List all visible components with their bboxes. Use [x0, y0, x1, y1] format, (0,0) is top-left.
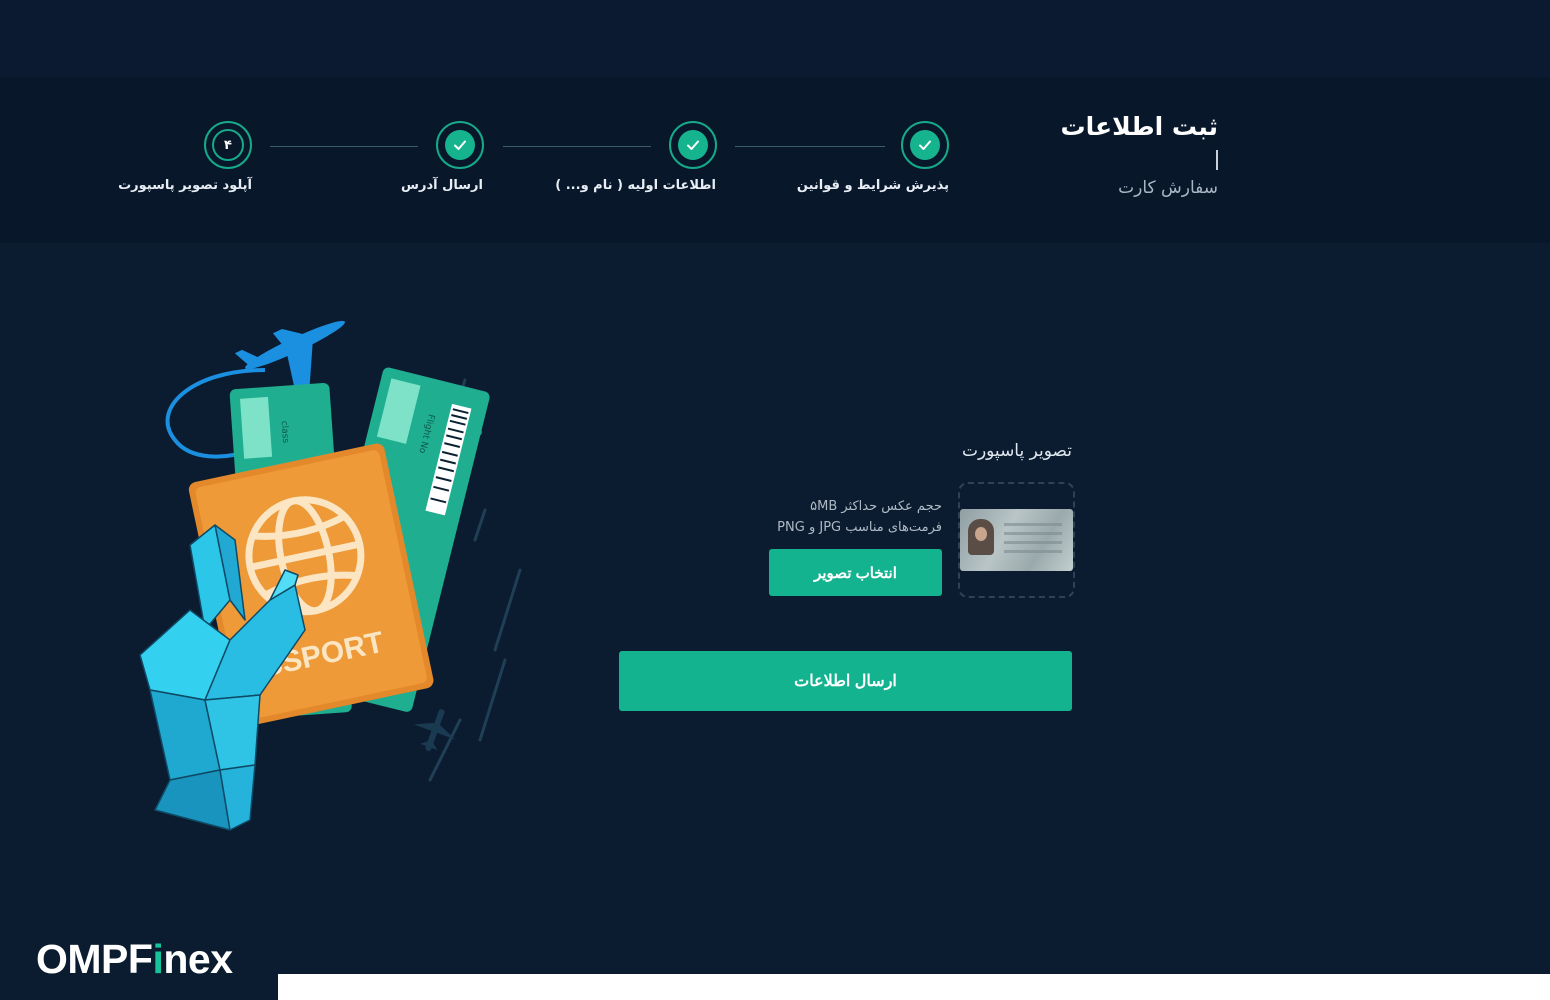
step-label-basic-info: اطلاعات اولیه ( نام و... ) [555, 178, 716, 193]
upload-size-hint: حجم عکس حداکثر ۵MB [810, 499, 942, 514]
passport-preview-image [960, 509, 1073, 571]
logo-part: OMPF [36, 936, 153, 982]
passport-illustration: class Flight No SSPORT [139, 320, 522, 831]
check-icon [910, 130, 940, 160]
passport-preview-frame[interactable] [958, 482, 1075, 598]
upload-title: تصویر پاسپورت [961, 441, 1072, 461]
brand-logo: OMPFinex [36, 936, 233, 983]
bottom-strip [278, 974, 1550, 1000]
photo-text-lines [1004, 523, 1062, 553]
step-label-terms: پذیرش شرایط و قوانین [796, 178, 949, 193]
step-label-address: ارسال آدرس [401, 178, 483, 193]
upload-format-hint: فرمت‌های مناسب JPG و PNG [777, 520, 942, 535]
step-terms [901, 121, 949, 169]
step-label-passport-upload: آپلود تصویر پاسپورت [118, 178, 252, 193]
step-connector [503, 146, 651, 147]
submit-button[interactable]: ارسال اطلاعات [619, 651, 1072, 711]
top-bar [0, 0, 1550, 77]
page-subtitle: سفارش کارت [1118, 178, 1218, 198]
check-icon [678, 130, 708, 160]
logo-part: nex [163, 936, 233, 982]
check-icon [445, 130, 475, 160]
photo-portrait [968, 519, 994, 555]
ticket-text: class [279, 421, 291, 444]
page-title: ثبت اطلاعات [1060, 112, 1218, 141]
step-connector [270, 146, 418, 147]
choose-image-button[interactable]: انتخاب تصویر [769, 549, 942, 596]
step-connector [735, 146, 885, 147]
step-passport-upload: ۴ [204, 121, 252, 169]
logo-accent: i [152, 936, 164, 982]
title-divider [1216, 150, 1218, 170]
step-number: ۴ [212, 129, 244, 161]
title-block: ثبت اطلاعات سفارش کارت [1060, 112, 1218, 198]
step-address [436, 121, 484, 169]
step-basic-info [669, 121, 717, 169]
